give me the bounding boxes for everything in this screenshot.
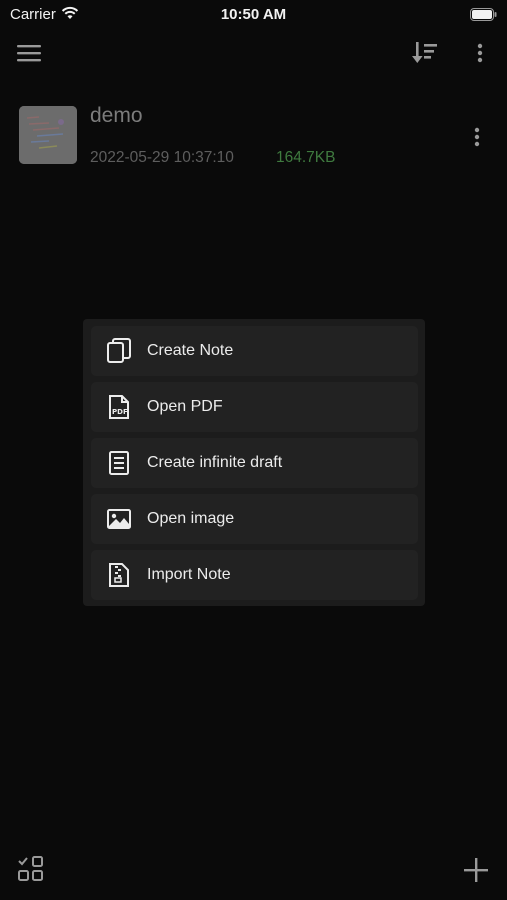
file-size: 164.7KB (276, 149, 336, 166)
open-image-label: Open image (147, 510, 235, 527)
document-icon (106, 450, 132, 476)
pdf-file-icon: PDF (106, 394, 132, 420)
top-toolbar (0, 30, 507, 76)
create-infinite-draft-label: Create infinite draft (147, 454, 283, 471)
open-pdf-button[interactable]: PDF Open PDF (91, 382, 418, 432)
file-more-icon[interactable] (462, 122, 492, 152)
file-date: 2022-05-29 10:37:10 (90, 149, 234, 166)
image-icon (106, 506, 132, 532)
sort-descending-icon[interactable] (410, 38, 440, 68)
create-note-label: Create Note (147, 342, 234, 359)
note-thumbnail (19, 106, 77, 164)
battery-icon (470, 8, 497, 26)
create-menu-popup: Create Note PDF Open PDF Create infinite… (83, 319, 425, 606)
plus-icon[interactable] (461, 855, 491, 885)
create-note-button[interactable]: Create Note (91, 326, 418, 376)
open-image-button[interactable]: Open image (91, 494, 418, 544)
svg-text:PDF: PDF (112, 408, 128, 416)
more-options-icon[interactable] (465, 38, 495, 68)
file-list-item[interactable]: demo 2022-05-29 10:37:10 164.7KB (0, 96, 507, 176)
select-grid-icon[interactable] (17, 855, 47, 885)
open-pdf-label: Open PDF (147, 398, 223, 415)
file-name: demo (90, 104, 143, 127)
import-note-button[interactable]: Import Note (91, 550, 418, 600)
status-bar: Carrier 10:50 AM (0, 0, 507, 30)
zip-file-icon (106, 562, 132, 588)
create-infinite-draft-button[interactable]: Create infinite draft (91, 438, 418, 488)
copy-pages-icon (106, 338, 132, 364)
import-note-label: Import Note (147, 566, 231, 583)
hamburger-icon[interactable] (14, 38, 44, 68)
status-time: 10:50 AM (220, 6, 287, 23)
